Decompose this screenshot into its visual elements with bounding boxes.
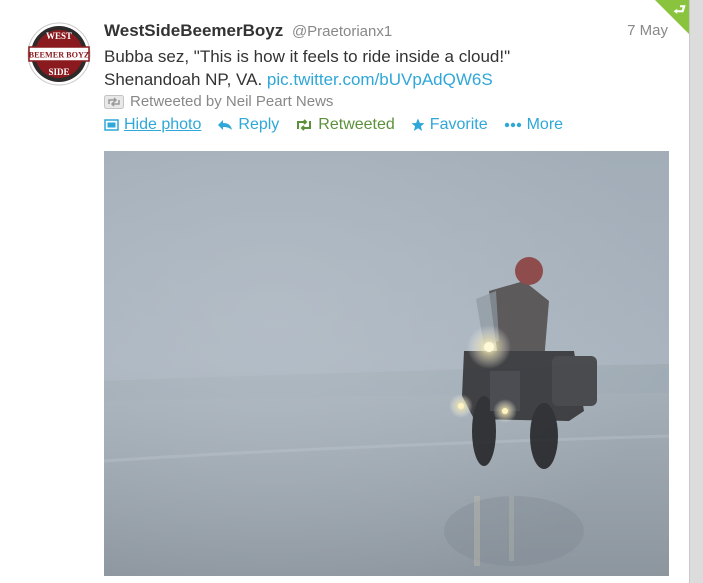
tweet-timestamp[interactable]: 7 May — [627, 22, 668, 39]
ellipsis-icon — [504, 122, 522, 128]
page-scrollbar-edge[interactable] — [689, 0, 703, 583]
hide-photo-label: Hide photo — [124, 116, 202, 133]
reply-button[interactable]: Reply — [217, 116, 279, 134]
retweet-icon — [295, 119, 313, 131]
tweet-actions: Hide photo Reply Retweeted Favorite More — [104, 116, 579, 134]
author-username[interactable]: @Praetorianx1 — [292, 23, 392, 40]
more-label: More — [526, 116, 564, 133]
reply-icon — [217, 119, 233, 131]
tweet-header: WestSideBeemerBoyz @Praetorianx1 — [104, 21, 392, 41]
retweet-context: Retweeted by Neil Peart News — [104, 93, 333, 110]
tweet-text-line1: Bubba sez, "This is how it feels to ride… — [104, 47, 511, 66]
favorite-button[interactable]: Favorite — [411, 116, 488, 134]
photo-icon — [104, 118, 119, 132]
favorite-label: Favorite — [429, 116, 488, 133]
retweet-corner-icon: ⮐ — [673, 1, 686, 17]
avatar-logo-text-top: WEST — [46, 31, 72, 41]
retweet-context-icon — [104, 94, 124, 109]
foggy-motorcycle-photo — [104, 151, 669, 576]
star-icon — [411, 118, 425, 132]
author-fullname[interactable]: WestSideBeemerBoyz — [104, 21, 283, 40]
reply-label: Reply — [238, 116, 280, 133]
retweeted-label: Retweeted — [318, 116, 395, 133]
avatar-logo-text-mid: BEEMER BOYZ — [29, 51, 90, 60]
tweet-card[interactable]: ⮐ WEST BEEMER BOYZ SIDE WestSideBeemerBo… — [0, 0, 689, 583]
retweeted-button[interactable]: Retweeted — [295, 116, 395, 134]
avatar-logo-text-bottom: SIDE — [48, 67, 69, 77]
tweet-text: Bubba sez, "This is how it feels to ride… — [104, 45, 664, 91]
tweet-text-line2: Shenandoah NP, VA. — [104, 70, 267, 89]
tweet-photo[interactable] — [104, 151, 669, 576]
photo-link[interactable]: pic.twitter.com/bUVpAdQW6S — [267, 70, 493, 89]
avatar[interactable]: WEST BEEMER BOYZ SIDE — [27, 22, 91, 86]
more-button[interactable]: More — [504, 116, 563, 134]
hide-photo-button[interactable]: Hide photo — [104, 116, 201, 134]
retweet-context-label: Retweeted by Neil Peart News — [130, 93, 334, 110]
